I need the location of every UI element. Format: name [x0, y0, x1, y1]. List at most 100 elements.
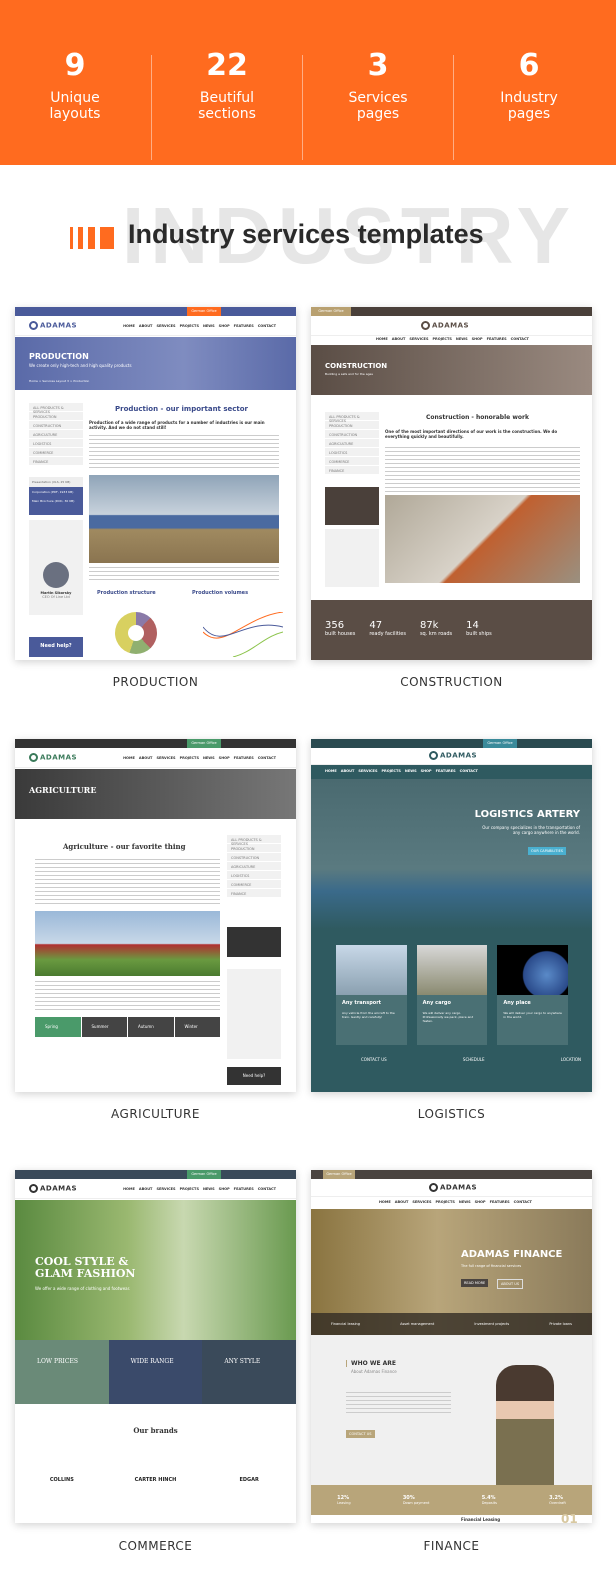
nav-item[interactable]: PROJECTS [180, 1187, 199, 1191]
tab-spring[interactable]: Spring [35, 1017, 81, 1037]
nav-item[interactable]: ABOUT [139, 756, 153, 760]
read-more-button[interactable]: READ MORE [461, 1279, 489, 1287]
nav-item[interactable]: HOME [123, 324, 135, 328]
nav-item[interactable]: SERVICES [409, 337, 428, 341]
brand-edgar[interactable]: EDGAR [202, 1455, 296, 1483]
card-any-place[interactable]: Any place We will deliver your cargo to a… [497, 945, 569, 1045]
need-help-button[interactable]: Need help? [29, 637, 83, 657]
nav-item[interactable]: ABOUT [139, 324, 153, 328]
capabilities-button[interactable]: OUR CAPABILITIES [528, 847, 566, 855]
sidebar-item[interactable]: CONSTRUCTION [227, 853, 281, 862]
nav-item[interactable]: HOME [379, 1200, 391, 1204]
brand-carter-hinch[interactable]: CARTER HINCH [109, 1455, 203, 1483]
brand-collins[interactable]: COLLINS [15, 1455, 109, 1483]
nav-item[interactable]: ABOUT [341, 769, 355, 773]
service-link[interactable]: Investment projects [474, 1322, 509, 1326]
nav-item[interactable]: FEATURES [234, 324, 254, 328]
card-any-transport[interactable]: Any transport Any vehicle from the aircra… [336, 945, 407, 1045]
service-link[interactable]: Asset management [400, 1322, 434, 1326]
sidebar-item[interactable]: CONSTRUCTION [325, 430, 379, 439]
sidebar-item[interactable]: LOGISTICS [227, 871, 281, 880]
service-link[interactable]: Private loans [549, 1322, 572, 1326]
template-agriculture[interactable]: German Office ADAMAS HOME ABOUT SERVICES PRO… [15, 739, 296, 1092]
about-us-button[interactable]: ABOUT US [497, 1279, 524, 1289]
service-link[interactable]: Financial leasing [331, 1322, 360, 1326]
tab-autumn[interactable]: Autumn [128, 1017, 174, 1037]
nav-item[interactable]: FEATURES [234, 756, 254, 760]
need-help-button[interactable]: Need help? [227, 1067, 281, 1085]
nav-item[interactable]: FEATURES [234, 1187, 254, 1191]
nav-item[interactable]: FEATURES [490, 1200, 510, 1204]
sidebar-item[interactable]: ALL PRODUCTS & SERVICES [29, 403, 83, 414]
template-finance[interactable]: German Office ADAMAS HOME ABOUT SERVICES PR… [311, 1170, 592, 1523]
who-we-are-section: WHO WE ARE About Adamas Finance CONTACT … [311, 1335, 592, 1485]
nav-item[interactable]: CONTACT [511, 337, 529, 341]
sidebar-item[interactable]: FINANCE [325, 466, 379, 475]
template-logistics[interactable]: German Office ADAMAS HOME ABOUT SERVICES PR… [311, 739, 592, 1092]
nav-item[interactable]: ABOUT [139, 1187, 153, 1191]
nav-item[interactable]: NEWS [203, 324, 215, 328]
office-dropdown[interactable]: German Office [187, 1170, 221, 1179]
sidebar-item[interactable]: ALL PRODUCTS & SERVICES [227, 835, 281, 846]
nav-item[interactable]: NEWS [459, 1200, 471, 1204]
nav-item[interactable]: NEWS [456, 337, 468, 341]
nav-item[interactable]: SERVICES [156, 1187, 175, 1191]
nav-item[interactable]: ABOUT [392, 337, 406, 341]
sidebar-item[interactable]: COMMERCE [227, 880, 281, 889]
sidebar-item[interactable]: FINANCE [29, 457, 83, 466]
office-dropdown[interactable]: German Office [323, 1170, 355, 1179]
files-list [325, 487, 379, 525]
tab-winter[interactable]: Winter [174, 1017, 220, 1037]
nav-item[interactable]: FEATURES [487, 337, 507, 341]
nav-item[interactable]: HOME [123, 1187, 135, 1191]
sidebar-item[interactable]: COMMERCE [29, 448, 83, 457]
nav-item[interactable]: CONTACT [258, 756, 276, 760]
contact-button[interactable]: CONTACT US [346, 1430, 375, 1438]
nav-item[interactable]: CONTACT [258, 324, 276, 328]
card-any-cargo[interactable]: Any cargo We will deliver any cargo. Prof… [416, 945, 488, 1045]
template-production[interactable]: German Office ADAMAS HOME ABOUT SERVICES PRO… [15, 307, 296, 660]
office-dropdown[interactable]: German Office [187, 739, 221, 748]
nav-item[interactable]: PROJECTS [435, 1200, 454, 1204]
sidebar-item[interactable]: ALL PRODUCTS & SERVICES [325, 412, 379, 423]
nav-item[interactable]: SHOP [472, 337, 483, 341]
nav-item[interactable]: ABOUT [395, 1200, 409, 1204]
nav-item[interactable]: PROJECTS [432, 337, 451, 341]
nav-item[interactable]: NEWS [405, 769, 417, 773]
nav-item[interactable]: SHOP [421, 769, 432, 773]
nav-item[interactable]: NEWS [203, 756, 215, 760]
nav-item[interactable]: SERVICES [156, 756, 175, 760]
nav-item[interactable]: SERVICES [358, 769, 377, 773]
nav-item[interactable]: CONTACT [514, 1200, 532, 1204]
sidebar-item[interactable]: LOGISTICS [325, 448, 379, 457]
office-dropdown[interactable]: German Office [311, 307, 351, 316]
sidebar-item[interactable]: AGRICULTURE [325, 439, 379, 448]
nav-item[interactable]: SHOP [475, 1200, 486, 1204]
nav-item[interactable]: PROJECTS [180, 324, 199, 328]
sidebar-item[interactable]: CONSTRUCTION [29, 421, 83, 430]
nav-item[interactable]: SERVICES [412, 1200, 431, 1204]
tab-summer[interactable]: Summer [81, 1017, 127, 1037]
nav-item[interactable]: CONTACT [460, 769, 478, 773]
template-commerce[interactable]: German Office ADAMAS HOME ABOUT SERVICES PRO… [15, 1170, 296, 1523]
sidebar-item[interactable]: COMMERCE [325, 457, 379, 466]
template-construction[interactable]: German Office ADAMAS HOME ABOUT SERVICES PR… [311, 307, 592, 660]
office-dropdown[interactable]: German Office [483, 739, 517, 748]
nav-item[interactable]: PROJECTS [180, 756, 199, 760]
sidebar-item[interactable]: AGRICULTURE [227, 862, 281, 871]
nav-item[interactable]: HOME [123, 756, 135, 760]
sidebar-item[interactable]: FINANCE [227, 889, 281, 898]
nav-item[interactable]: NEWS [203, 1187, 215, 1191]
nav-item[interactable]: SERVICES [156, 324, 175, 328]
office-dropdown[interactable]: German Office [187, 307, 221, 316]
nav-item[interactable]: SHOP [219, 756, 230, 760]
nav-item[interactable]: HOME [325, 769, 337, 773]
nav-item[interactable]: HOME [376, 337, 388, 341]
sidebar-item[interactable]: LOGISTICS [29, 439, 83, 448]
nav-item[interactable]: SHOP [219, 324, 230, 328]
nav-item[interactable]: PROJECTS [381, 769, 400, 773]
nav-item[interactable]: CONTACT [258, 1187, 276, 1191]
nav-item[interactable]: SHOP [219, 1187, 230, 1191]
sidebar-item[interactable]: AGRICULTURE [29, 430, 83, 439]
nav-item[interactable]: FEATURES [436, 769, 456, 773]
